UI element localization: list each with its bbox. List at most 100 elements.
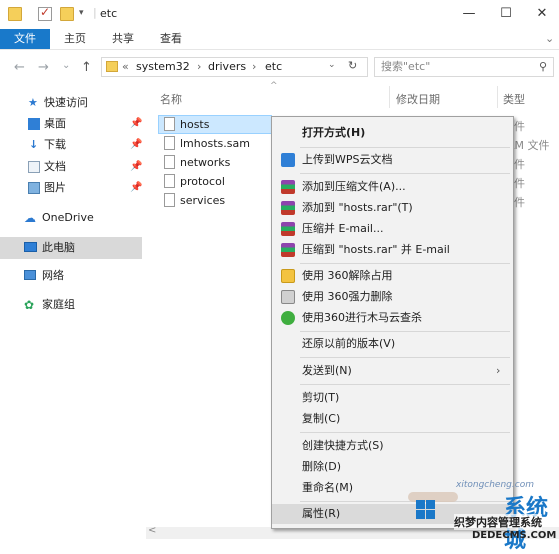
tab-home[interactable]: 主页 <box>64 29 86 49</box>
sidebar-item-homegroup[interactable]: ✿ 家庭组 <box>0 295 142 315</box>
column-header-name[interactable]: 名称 <box>160 91 182 107</box>
menu-item-restore-versions[interactable]: 还原以前的版本(V) <box>272 334 513 354</box>
search-icon[interactable]: ⚲ <box>539 58 547 76</box>
menu-item-label: 使用 360强力删除 <box>302 290 393 303</box>
menu-separator <box>300 147 510 148</box>
recent-locations-icon[interactable]: ⌄ <box>62 60 70 71</box>
menu-item-add-archive[interactable]: 添加到压缩文件(A)... <box>272 177 513 197</box>
sidebar-item-onedrive[interactable]: ☁ OneDrive <box>0 208 142 228</box>
breadcrumb-system32[interactable]: system32 <box>136 60 190 73</box>
file-name: networks <box>180 156 231 169</box>
type-cell: 件 <box>514 196 525 209</box>
maximize-button[interactable]: ☐ <box>491 4 521 24</box>
file-row-hosts[interactable]: hosts <box>158 115 272 134</box>
properties-quick-icon[interactable] <box>38 5 52 21</box>
menu-item-create-shortcut[interactable]: 创建快捷方式(S) <box>272 436 513 456</box>
close-button[interactable]: ✕ <box>527 4 557 24</box>
breadcrumb-separator-icon: › <box>197 60 202 73</box>
breadcrumb-overflow[interactable]: « <box>122 60 129 73</box>
file-row-networks[interactable]: networks <box>158 153 270 172</box>
winrar-icon <box>281 201 295 215</box>
menu-item-unlock-360[interactable]: 使用 360解除占用 <box>272 266 513 286</box>
breadcrumb-etc[interactable]: etc <box>265 60 282 73</box>
menu-item-label: 重命名(M) <box>302 481 354 494</box>
address-bar[interactable]: « system32 › drivers › etc ⌄ ↻ <box>101 57 368 77</box>
customize-toolbar-icon[interactable]: ▾ <box>79 8 84 18</box>
column-header-modified[interactable]: 修改日期 <box>396 91 440 107</box>
tab-file[interactable]: 文件 <box>0 29 50 49</box>
submenu-arrow-icon: › <box>496 364 501 377</box>
pin-icon[interactable]: 📌 <box>130 178 142 198</box>
menu-item-label: 删除(D) <box>302 460 342 473</box>
file-icon <box>164 136 175 150</box>
type-cell: 件 <box>514 177 525 190</box>
breadcrumb-drivers[interactable]: drivers <box>208 60 246 73</box>
menu-item-label: 剪切(T) <box>302 391 340 404</box>
file-row-protocol[interactable]: protocol <box>158 172 270 191</box>
sort-arrow-icon: ^ <box>270 81 278 91</box>
menu-item-cut[interactable]: 剪切(T) <box>272 388 513 408</box>
minimize-button[interactable]: — <box>454 4 484 24</box>
sidebar-item-documents[interactable]: 文档 📌 <box>0 157 142 177</box>
menu-item-delete-360[interactable]: 使用 360强力删除 <box>272 287 513 307</box>
sidebar-item-desktop[interactable]: 桌面 📌 <box>0 114 142 134</box>
up-arrow-icon[interactable]: ↑ <box>81 60 92 75</box>
menu-item-compress-hosts-email[interactable]: 压缩到 "hosts.rar" 并 E-mail <box>272 240 513 260</box>
expand-ribbon-icon[interactable]: ⌄ <box>545 29 554 49</box>
menu-item-delete[interactable]: 删除(D) <box>272 457 513 477</box>
pin-icon[interactable]: 📌 <box>130 135 142 155</box>
tab-view[interactable]: 查看 <box>160 29 182 49</box>
wps-cloud-icon <box>281 153 295 167</box>
menu-item-label: 打开方式(H) <box>302 126 366 139</box>
column-divider[interactable] <box>389 86 390 108</box>
desktop-icon <box>28 118 40 130</box>
menu-item-add-hosts-rar[interactable]: 添加到 "hosts.rar"(T) <box>272 198 513 218</box>
sidebar-item-network[interactable]: 网络 <box>0 266 142 286</box>
column-header-type[interactable]: 类型 <box>503 91 525 107</box>
file-row-lmhosts[interactable]: lmhosts.sam <box>158 134 270 153</box>
sidebar-item-pictures[interactable]: 图片 📌 <box>0 178 142 198</box>
menu-separator <box>300 357 510 358</box>
menu-item-copy[interactable]: 复制(C) <box>272 409 513 429</box>
file-row-services[interactable]: services <box>158 191 270 210</box>
scroll-left-icon[interactable]: < <box>148 525 156 536</box>
computer-icon <box>24 242 37 252</box>
sidebar-item-downloads[interactable]: ↓ 下载 📌 <box>0 135 142 155</box>
search-placeholder: 搜索"etc" <box>381 60 431 73</box>
search-input[interactable]: 搜索"etc" ⚲ <box>374 57 554 77</box>
forward-arrow-icon[interactable]: → <box>38 60 49 75</box>
back-arrow-icon[interactable]: ← <box>14 60 25 75</box>
windows-logo-icon <box>416 500 436 520</box>
file-name: lmhosts.sam <box>180 137 250 150</box>
refresh-icon[interactable]: ↻ <box>348 59 357 72</box>
sidebar-item-quick-access[interactable]: ★ 快速访问 <box>0 93 142 113</box>
file-name: services <box>180 194 226 207</box>
sidebar-item-this-pc[interactable]: 此电脑 <box>0 237 142 259</box>
sidebar-item-label: 网络 <box>42 269 64 282</box>
menu-item-upload-wps[interactable]: 上传到WPS云文档 <box>272 150 513 170</box>
context-menu: 打开方式(H) 上传到WPS云文档 添加到压缩文件(A)... 添加到 "hos… <box>271 116 514 529</box>
breadcrumb-separator-icon: › <box>252 60 257 73</box>
sidebar-item-label: OneDrive <box>42 211 94 224</box>
file-icon <box>164 174 175 188</box>
network-icon <box>24 270 36 280</box>
menu-separator <box>300 432 510 433</box>
sidebar-item-label: 桌面 <box>44 117 66 130</box>
tab-share[interactable]: 共享 <box>112 29 134 49</box>
menu-item-label: 创建快捷方式(S) <box>302 439 384 452</box>
address-dropdown-icon[interactable]: ⌄ <box>328 60 336 70</box>
folder-icon <box>8 7 22 21</box>
column-divider[interactable] <box>497 86 498 108</box>
menu-item-label: 复制(C) <box>302 412 341 425</box>
unlock-icon <box>281 269 295 283</box>
menu-item-label: 属性(R) <box>302 507 341 520</box>
menu-separator <box>300 173 510 174</box>
menu-item-open-with[interactable]: 打开方式(H) <box>272 123 513 143</box>
pin-icon[interactable]: 📌 <box>130 114 142 134</box>
menu-item-scan-360[interactable]: 使用360进行木马云查杀 <box>272 308 513 328</box>
pin-icon[interactable]: 📌 <box>130 157 142 177</box>
new-folder-icon[interactable] <box>60 7 74 21</box>
menu-item-compress-email[interactable]: 压缩并 E-mail... <box>272 219 513 239</box>
sidebar-item-label: 此电脑 <box>42 241 75 254</box>
menu-item-send-to[interactable]: 发送到(N) › <box>272 361 513 381</box>
